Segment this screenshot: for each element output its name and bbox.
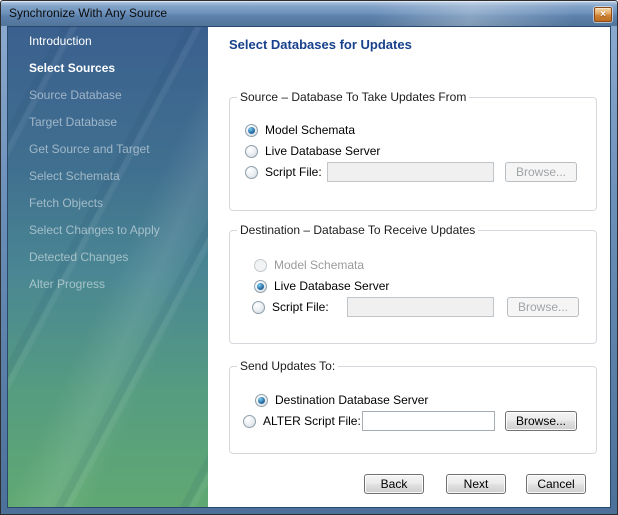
radio-label: ALTER Script File: bbox=[263, 414, 361, 428]
close-button[interactable]: × bbox=[594, 7, 612, 22]
dialog-content: Introduction Select Sources Source Datab… bbox=[7, 26, 611, 508]
wizard-steps-sidebar: Introduction Select Sources Source Datab… bbox=[8, 27, 208, 507]
group-send-updates-to: Send Updates To: Destination Database Se… bbox=[229, 366, 597, 454]
destination-browse-button: Browse... bbox=[507, 297, 579, 317]
alter-script-file-input[interactable] bbox=[362, 411, 495, 431]
radio-label: Live Database Server bbox=[265, 144, 380, 158]
next-button[interactable]: Next bbox=[446, 474, 506, 494]
group-destination: Destination – Database To Receive Update… bbox=[229, 230, 597, 344]
sidebar-item-target-database: Target Database bbox=[8, 109, 208, 136]
sidebar-item-select-changes-to-apply: Select Changes to Apply bbox=[8, 217, 208, 244]
radio-label: Script File: bbox=[265, 165, 322, 179]
sidebar-item-alter-progress: Alter Progress bbox=[8, 271, 208, 298]
back-button[interactable]: Back bbox=[364, 474, 424, 494]
radio-destination-model-schemata bbox=[254, 259, 267, 272]
sidebar-item-fetch-objects: Fetch Objects bbox=[8, 190, 208, 217]
title-bar: Synchronize With Any Source × bbox=[1, 1, 617, 26]
cancel-button[interactable]: Cancel bbox=[526, 474, 586, 494]
destination-script-file-input bbox=[347, 297, 494, 317]
radio-destination-database-server[interactable] bbox=[255, 394, 268, 407]
radio-destination-script-file[interactable] bbox=[252, 301, 265, 314]
page-title: Select Databases for Updates bbox=[229, 37, 412, 52]
radio-source-script-file[interactable] bbox=[245, 166, 258, 179]
radio-row-destination-database-server[interactable]: Destination Database Server bbox=[255, 390, 428, 410]
radio-label: Destination Database Server bbox=[275, 393, 428, 407]
radio-alter-script-file[interactable] bbox=[243, 415, 256, 428]
radio-row-source-script-file[interactable]: Script File: bbox=[245, 162, 322, 182]
radio-row-source-live-database-server[interactable]: Live Database Server bbox=[245, 141, 380, 161]
radio-row-source-model-schemata[interactable]: Model Schemata bbox=[245, 120, 355, 140]
source-script-file-input bbox=[327, 162, 494, 182]
source-browse-button: Browse... bbox=[505, 162, 577, 182]
radio-label: Model Schemata bbox=[265, 123, 355, 137]
radio-label: Live Database Server bbox=[274, 279, 389, 293]
sidebar-item-detected-changes: Detected Changes bbox=[8, 244, 208, 271]
wizard-window: Synchronize With Any Source × Introducti… bbox=[0, 0, 618, 515]
radio-row-destination-model-schemata: Model Schemata bbox=[254, 255, 364, 275]
sidebar-item-get-source-and-target: Get Source and Target bbox=[8, 136, 208, 163]
sidebar-item-source-database: Source Database bbox=[8, 82, 208, 109]
radio-label: Model Schemata bbox=[274, 258, 364, 272]
sidebar-item-select-schemata: Select Schemata bbox=[8, 163, 208, 190]
radio-label: Script File: bbox=[272, 300, 329, 314]
radio-source-live-database-server[interactable] bbox=[245, 145, 258, 158]
alter-script-browse-button[interactable]: Browse... bbox=[505, 411, 577, 431]
sidebar-item-select-sources: Select Sources bbox=[8, 55, 208, 82]
radio-row-destination-script-file[interactable]: Script File: bbox=[252, 297, 329, 317]
radio-row-destination-live-database-server[interactable]: Live Database Server bbox=[254, 276, 389, 296]
group-send-updates-title: Send Updates To: bbox=[237, 359, 338, 373]
radio-destination-live-database-server[interactable] bbox=[254, 280, 267, 293]
radio-source-model-schemata[interactable] bbox=[245, 124, 258, 137]
group-source-title: Source – Database To Take Updates From bbox=[237, 90, 469, 104]
close-icon: × bbox=[600, 9, 606, 20]
sidebar-item-introduction: Introduction bbox=[8, 28, 208, 55]
group-source: Source – Database To Take Updates From M… bbox=[229, 97, 597, 211]
window-title: Synchronize With Any Source bbox=[9, 1, 167, 26]
main-panel: Select Databases for Updates Source – Da… bbox=[208, 27, 610, 507]
group-destination-title: Destination – Database To Receive Update… bbox=[237, 223, 478, 237]
radio-row-alter-script-file[interactable]: ALTER Script File: bbox=[243, 411, 361, 431]
